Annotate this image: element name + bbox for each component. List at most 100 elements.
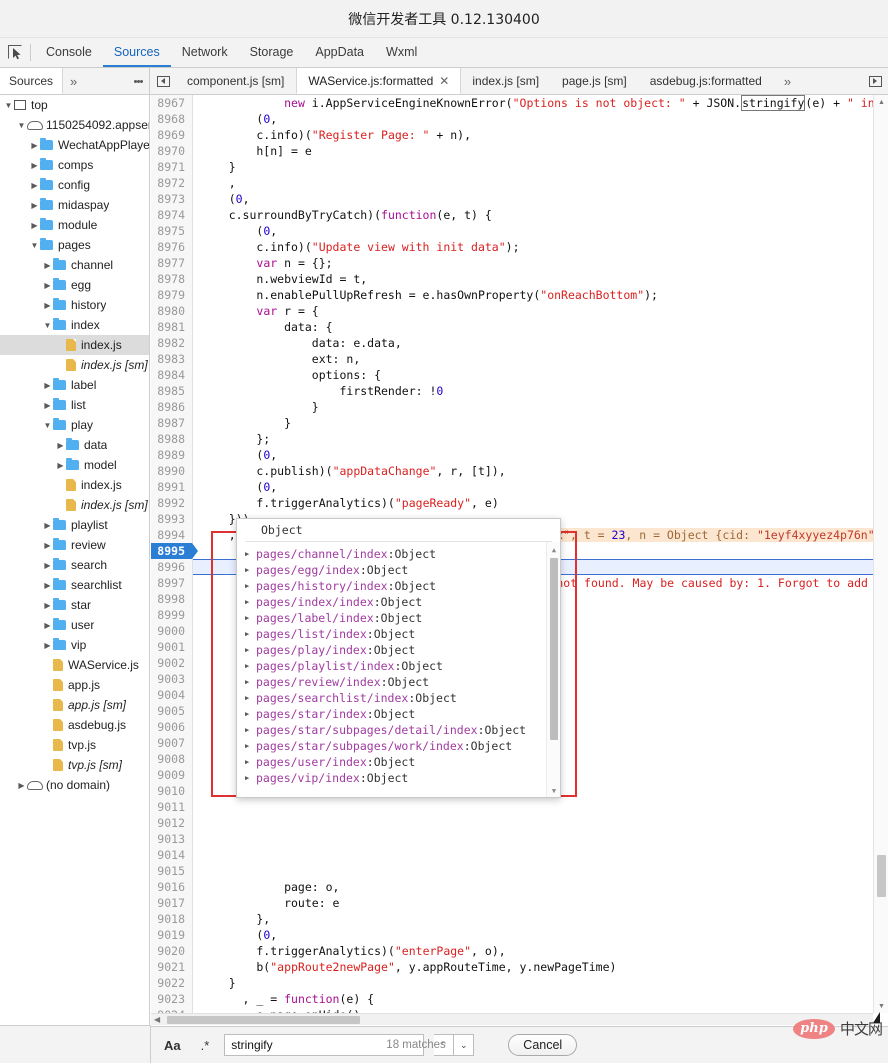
object-preview-popover[interactable]: Object ▶ pages/channel/index: Object ▶ page…: [236, 518, 561, 798]
chevron-right-icon[interactable]: ▶: [245, 706, 256, 722]
code-line[interactable]: 9014: [151, 847, 888, 863]
file-tab-asdebug-js-formatted[interactable]: asdebug.js:formatted: [639, 68, 774, 94]
devtools-tab-storage[interactable]: Storage: [239, 38, 305, 67]
tree-item-list[interactable]: list: [0, 395, 149, 415]
toggle-editor-icon[interactable]: [862, 75, 888, 87]
chevron-right-icon[interactable]: [42, 261, 53, 270]
chevron-right-icon[interactable]: [29, 141, 40, 150]
chevron-right-icon[interactable]: [55, 461, 66, 470]
chevron-right-icon[interactable]: [42, 621, 53, 630]
scroll-down-icon[interactable]: ▼: [874, 999, 888, 1013]
object-property-row[interactable]: ▶ pages/review/index: Object: [245, 674, 560, 690]
tree-item-config[interactable]: config: [0, 175, 149, 195]
code-line[interactable]: 8988 };: [151, 431, 888, 447]
code-line[interactable]: 9023 , _ = function(e) {: [151, 991, 888, 1007]
chevron-right-icon[interactable]: [55, 441, 66, 450]
chevron-down-icon[interactable]: [42, 321, 53, 330]
chevron-right-icon[interactable]: [42, 561, 53, 570]
chevron-right-icon[interactable]: ▶: [245, 578, 256, 594]
code-line[interactable]: 9017 route: e: [151, 895, 888, 911]
tree-item-index-js[interactable]: index.js: [0, 475, 149, 495]
code-line[interactable]: 8974 c.surroundByTryCatch)(function(e, t…: [151, 207, 888, 223]
tree-item-star[interactable]: star: [0, 595, 149, 615]
tree-item-top[interactable]: top: [0, 95, 149, 115]
chevron-right-icon[interactable]: ▶: [245, 722, 256, 738]
code-line[interactable]: 8979 n.enablePullUpRefresh = e.hasOwnPro…: [151, 287, 888, 303]
file-tab-page-js-sm-[interactable]: page.js [sm]: [551, 68, 639, 94]
object-property-row[interactable]: ▶ pages/star/index: Object: [245, 706, 560, 722]
code-line[interactable]: 9022 }: [151, 975, 888, 991]
object-property-list[interactable]: ▶ pages/channel/index: Object ▶ pages/egg/i…: [237, 542, 560, 795]
file-tree-sidebar[interactable]: top 1150254092.appser WechatAppPlaye comps c…: [0, 95, 150, 1063]
tree-item-playlist[interactable]: playlist: [0, 515, 149, 535]
code-line[interactable]: 8984 options: {: [151, 367, 888, 383]
code-line[interactable]: 8985 firstRender: !0: [151, 383, 888, 399]
code-line[interactable]: 8986 }: [151, 399, 888, 415]
chevron-right-icon[interactable]: [29, 181, 40, 190]
tree-item-review[interactable]: review: [0, 535, 149, 555]
devtools-tab-console[interactable]: Console: [35, 38, 103, 67]
tree-item-index[interactable]: index: [0, 315, 149, 335]
tree-item-tvp-js[interactable]: tvp.js: [0, 735, 149, 755]
code-line[interactable]: 8977 var n = {};: [151, 255, 888, 271]
tree-item-searchlist[interactable]: searchlist: [0, 575, 149, 595]
object-property-row[interactable]: ▶ pages/searchlist/index: Object: [245, 690, 560, 706]
code-line[interactable]: 9021 b("appRoute2newPage", y.appRouteTim…: [151, 959, 888, 975]
code-line[interactable]: 9012: [151, 815, 888, 831]
object-property-row[interactable]: ▶ pages/vip/index: Object: [245, 770, 560, 786]
tree-item--no-domain-[interactable]: (no domain): [0, 775, 149, 795]
scroll-up-icon[interactable]: ▲: [874, 95, 888, 109]
object-property-row[interactable]: ▶ pages/star/subpages/work/index: Object: [245, 738, 560, 754]
code-line[interactable]: 8991 (0,: [151, 479, 888, 495]
vscroll-thumb[interactable]: [877, 855, 886, 897]
find-next-icon[interactable]: ⌄: [454, 1034, 475, 1056]
chevron-down-icon[interactable]: [29, 241, 40, 250]
tree-item-search[interactable]: search: [0, 555, 149, 575]
popover-scroll-thumb[interactable]: [550, 558, 558, 740]
code-line[interactable]: 9013: [151, 831, 888, 847]
regex-button[interactable]: .*: [196, 1036, 215, 1055]
tree-item-pages[interactable]: pages: [0, 235, 149, 255]
tree-item-1150254092-appser[interactable]: 1150254092.appser: [0, 115, 149, 135]
tree-item-waservice-js[interactable]: WAService.js: [0, 655, 149, 675]
chevron-down-icon[interactable]: [16, 121, 27, 130]
file-tab-component-js-sm-[interactable]: component.js [sm]: [176, 68, 296, 94]
chevron-right-icon[interactable]: [42, 601, 53, 610]
chevron-right-icon[interactable]: [42, 641, 53, 650]
tree-item-wechatappplaye[interactable]: WechatAppPlaye: [0, 135, 149, 155]
scroll-left-icon[interactable]: ◀: [154, 1015, 160, 1024]
inspect-element-button[interactable]: [0, 38, 30, 67]
devtools-tab-wxml[interactable]: Wxml: [375, 38, 428, 67]
devtools-tab-sources[interactable]: Sources: [102, 38, 171, 67]
close-icon[interactable]: ✕: [439, 74, 449, 88]
code-line[interactable]: 8970 h[n] = e: [151, 143, 888, 159]
file-tab-index-js-sm-[interactable]: index.js [sm]: [461, 68, 551, 94]
chevron-right-icon[interactable]: ▶: [245, 626, 256, 642]
code-line[interactable]: 8968 (0,: [151, 111, 888, 127]
code-line[interactable]: 8992 f.triggerAnalytics)("pageReady", e): [151, 495, 888, 511]
search-input[interactable]: [225, 1038, 387, 1052]
code-line[interactable]: 8982 data: e.data,: [151, 335, 888, 351]
chevron-right-icon[interactable]: [42, 521, 53, 530]
code-line[interactable]: 9016 page: o,: [151, 879, 888, 895]
chevron-right-icon[interactable]: ▶: [245, 674, 256, 690]
tree-item-app-js[interactable]: app.js: [0, 675, 149, 695]
popover-scroll-down-icon[interactable]: ▼: [547, 784, 560, 797]
chevron-right-icon[interactable]: [16, 781, 27, 790]
tree-item-index-js-sm-[interactable]: index.js [sm]: [0, 495, 149, 515]
chevron-down-icon[interactable]: [42, 421, 53, 430]
chevron-right-icon[interactable]: ▶: [245, 642, 256, 658]
chevron-right-icon[interactable]: ▶: [245, 546, 256, 562]
tree-item-history[interactable]: history: [0, 295, 149, 315]
code-line[interactable]: 9019 (0,: [151, 927, 888, 943]
more-options-icon[interactable]: [127, 68, 149, 94]
hscroll-thumb[interactable]: [167, 1016, 360, 1024]
code-line[interactable]: 8973 (0,: [151, 191, 888, 207]
code-line[interactable]: 9020 f.triggerAnalytics)("enterPage", o)…: [151, 943, 888, 959]
object-property-row[interactable]: ▶ pages/label/index: Object: [245, 610, 560, 626]
code-line[interactable]: 8971 }: [151, 159, 888, 175]
code-line[interactable]: 8978 n.webviewId = t,: [151, 271, 888, 287]
navigator-more-chevron-icon[interactable]: »: [63, 68, 84, 94]
chevron-right-icon[interactable]: [42, 581, 53, 590]
chevron-right-icon[interactable]: ▶: [245, 770, 256, 786]
